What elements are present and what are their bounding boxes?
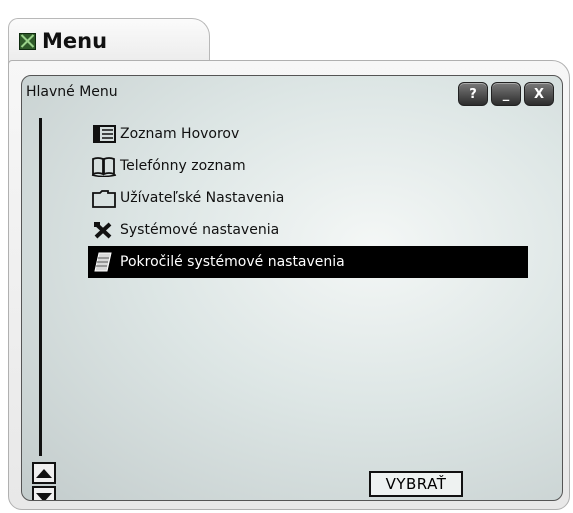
menu-window: Menu Hlavné Menu ? _ X Zoznam Hovorov Te… <box>8 18 570 510</box>
menu-item-call-list[interactable]: Zoznam Hovorov <box>88 118 528 150</box>
menu-item-label: Telefónny zoznam <box>120 158 246 174</box>
minimize-button[interactable]: _ <box>491 82 521 106</box>
phonebook-icon <box>90 154 118 178</box>
keypad-icon <box>90 250 118 274</box>
menu-item-label: Systémové nastavenia <box>120 222 280 238</box>
close-button[interactable]: X <box>524 82 554 106</box>
arrow-up-icon <box>36 468 52 478</box>
window-frame: Hlavné Menu ? _ X Zoznam Hovorov Telefón… <box>8 60 570 510</box>
scroll-track <box>39 118 42 456</box>
call-list-icon <box>90 122 118 146</box>
scroll-down-button[interactable] <box>32 486 56 500</box>
folder-icon <box>90 186 118 210</box>
window-title-text: Menu <box>42 29 108 53</box>
window-controls: ? _ X <box>458 82 554 106</box>
menu-item-advanced-system-settings[interactable]: Pokročilé systémové nastavenia <box>88 246 528 278</box>
menu-list: Zoznam Hovorov Telefónny zoznam Užívateľ… <box>88 118 528 278</box>
menu-panel: Hlavné Menu ? _ X Zoznam Hovorov Telefón… <box>21 75 563 501</box>
help-button[interactable]: ? <box>458 82 488 106</box>
menu-item-label: Zoznam Hovorov <box>120 126 240 142</box>
app-icon <box>19 32 36 50</box>
tools-icon <box>90 218 118 242</box>
arrow-down-icon <box>36 492 52 500</box>
scroll-up-button[interactable] <box>32 462 56 484</box>
menu-item-label: Užívateľské Nastavenia <box>120 190 285 206</box>
panel-header: Hlavné Menu <box>26 84 118 100</box>
select-button[interactable]: VYBRAŤ <box>369 471 463 497</box>
menu-item-label: Pokročilé systémové nastavenia <box>120 254 345 270</box>
menu-item-system-settings[interactable]: Systémové nastavenia <box>88 214 528 246</box>
menu-item-user-settings[interactable]: Užívateľské Nastavenia <box>88 182 528 214</box>
window-title: Menu <box>19 29 107 53</box>
menu-item-phonebook[interactable]: Telefónny zoznam <box>88 150 528 182</box>
